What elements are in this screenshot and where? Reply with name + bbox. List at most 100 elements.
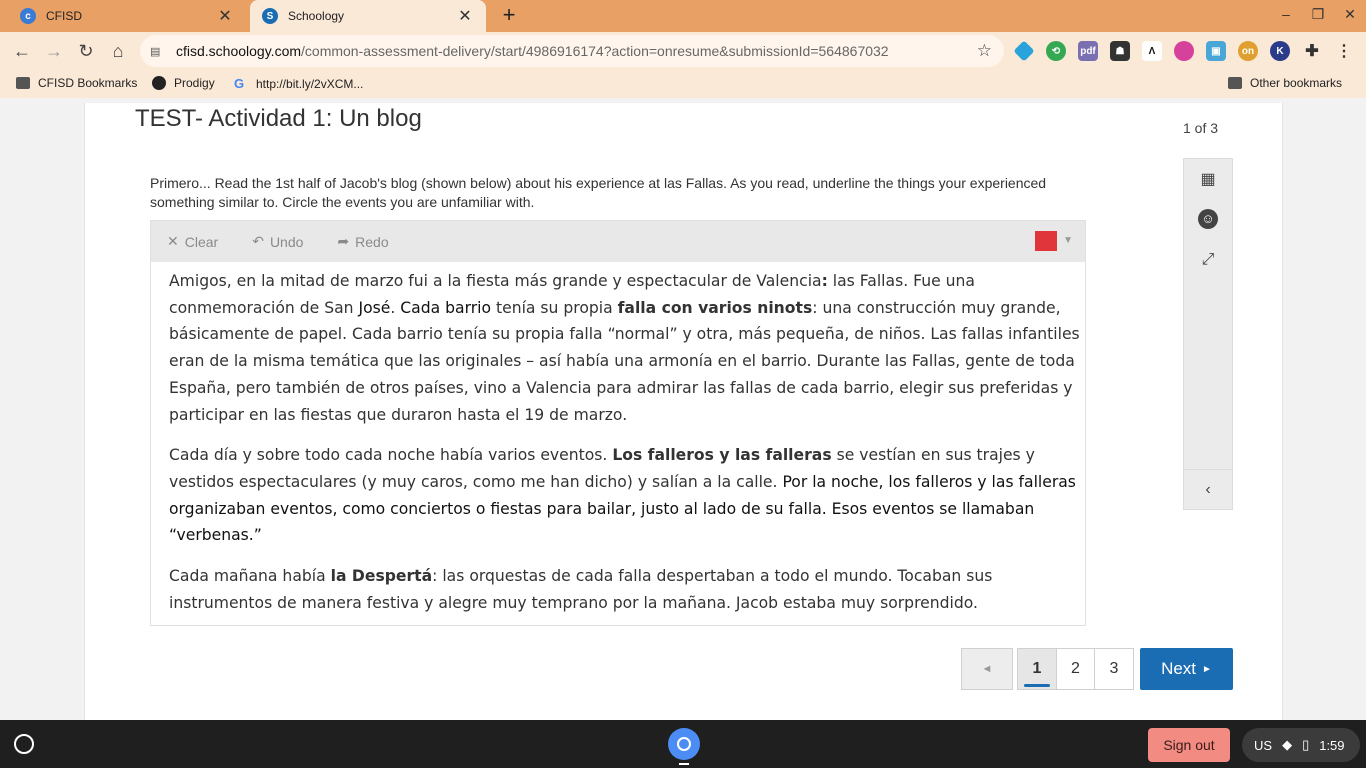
folder-icon bbox=[1228, 77, 1242, 89]
blog-text[interactable]: Amigos, en la mitad de marzo fui a la fi… bbox=[151, 262, 1085, 616]
bookmark-other[interactable]: Other bookmarks bbox=[1228, 76, 1342, 90]
assessment-card: TEST- Actividad 1: Un blog 1 of 3 Primer… bbox=[84, 103, 1283, 720]
tab-title: CFISD bbox=[46, 9, 82, 23]
pen-color-swatch[interactable] bbox=[1035, 231, 1057, 251]
annotation-editor[interactable]: ✕ Clear ↶ Undo ➦ Redo ▼ Amigos, en la mi… bbox=[150, 220, 1086, 626]
tab-cfisd[interactable]: c CFISD ✕ bbox=[8, 0, 246, 32]
cfisd-favicon-icon: c bbox=[20, 8, 36, 24]
wifi-icon: ◆ bbox=[1282, 737, 1293, 752]
extension-a-icon[interactable]: Λ bbox=[1142, 41, 1162, 61]
extension-pdf-icon[interactable]: pdf bbox=[1078, 41, 1098, 61]
question-counter: 1 of 3 bbox=[1183, 120, 1219, 136]
page-content: TEST- Actividad 1: Un blog 1 of 3 Primer… bbox=[0, 103, 1366, 720]
schoology-favicon-icon: S bbox=[262, 8, 278, 24]
page-button-1[interactable]: 1 bbox=[1017, 648, 1057, 690]
text-run: tenía su propia bbox=[491, 298, 618, 317]
undo-button[interactable]: ↶ Undo bbox=[252, 233, 303, 250]
undo-icon: ↶ bbox=[252, 233, 264, 249]
question-instructions: Primero... Read the 1st half of Jacob's … bbox=[150, 175, 1047, 210]
text-run: . bbox=[390, 298, 401, 317]
close-tab-icon[interactable]: ✕ bbox=[216, 6, 234, 26]
close-tab-icon[interactable]: ✕ bbox=[456, 6, 474, 26]
forward-icon[interactable]: → bbox=[42, 39, 66, 63]
home-icon[interactable]: ⌂ bbox=[106, 39, 130, 63]
chrome-app-icon[interactable] bbox=[668, 728, 700, 760]
extension-on-icon[interactable]: on bbox=[1238, 41, 1258, 61]
redo-label: Redo bbox=[355, 233, 389, 250]
prodigy-icon bbox=[152, 76, 166, 90]
close-icon: ✕ bbox=[167, 233, 179, 249]
page-button-2[interactable]: 2 bbox=[1056, 648, 1095, 690]
text-run: falla con varios ninots bbox=[617, 298, 813, 317]
accessibility-icon[interactable]: ☺ bbox=[1184, 209, 1232, 233]
folder-icon bbox=[16, 77, 30, 89]
text-run: José bbox=[358, 298, 391, 317]
text-run: Cada mañana había bbox=[169, 567, 331, 586]
extensions-puzzle-icon[interactable]: ✚ bbox=[1302, 41, 1322, 61]
clear-button[interactable]: ✕ Clear bbox=[167, 233, 218, 250]
tab-schoology[interactable]: S Schoology ✕ bbox=[250, 0, 486, 32]
bookmark-label: Prodigy bbox=[174, 76, 215, 90]
calendar-icon[interactable]: ▦ bbox=[1184, 169, 1232, 193]
text-run: Los falleros y las falleras bbox=[612, 446, 832, 465]
next-button[interactable]: Next ► bbox=[1140, 648, 1233, 690]
blog-paragraph-3: Cada mañana había la Despertá: las orque… bbox=[169, 563, 1081, 616]
chevron-down-icon[interactable]: ▼ bbox=[1063, 235, 1073, 246]
url-host: cfisd.schoology.com bbox=[176, 43, 302, 59]
page-number: 3 bbox=[1109, 660, 1119, 677]
extension-k-icon[interactable]: K bbox=[1270, 41, 1290, 61]
previous-page-button[interactable]: ◄ bbox=[961, 648, 1013, 690]
google-icon: G bbox=[234, 76, 245, 91]
sign-out-label: Sign out bbox=[1163, 737, 1215, 753]
bookmarks-bar: CFISD Bookmarks Prodigy G http://bit.ly/… bbox=[0, 70, 1366, 98]
bookmark-label: Other bookmarks bbox=[1250, 76, 1343, 90]
running-indicator bbox=[679, 763, 689, 765]
bookmark-cfisd-bookmarks[interactable]: CFISD Bookmarks bbox=[16, 76, 137, 90]
tools-panel: ▦ ☺ ⤢ ‹ bbox=[1183, 158, 1233, 510]
page-title: TEST- Actividad 1: Un blog bbox=[135, 105, 422, 132]
extension-wheel-icon[interactable] bbox=[1174, 41, 1194, 61]
page-number: 2 bbox=[1071, 660, 1080, 677]
browser-toolbar: ← → ↻ ⌂ ▤ cfisd.schoology.com/common-ass… bbox=[0, 32, 1366, 70]
new-tab-button[interactable]: + bbox=[496, 4, 522, 28]
extension-screenshot-icon[interactable]: ▣ bbox=[1206, 41, 1226, 61]
restore-icon[interactable]: ❐ bbox=[1308, 6, 1328, 23]
extension-owl-icon[interactable]: ☗ bbox=[1110, 41, 1130, 61]
text-run: Cada barrio bbox=[400, 298, 492, 317]
status-tray[interactable]: US ◆ ▯ 1:59 bbox=[1242, 728, 1360, 762]
system-shelf: Sign out US ◆ ▯ 1:59 bbox=[0, 720, 1366, 768]
site-info-icon[interactable]: ▤ bbox=[150, 45, 166, 58]
clock-label: 1:59 bbox=[1319, 737, 1345, 753]
fullscreen-icon[interactable]: ⤢ bbox=[1184, 251, 1232, 275]
launcher-icon[interactable] bbox=[14, 734, 34, 754]
undo-label: Undo bbox=[269, 233, 304, 250]
menu-kebab-icon[interactable]: ⋮ bbox=[1334, 41, 1354, 61]
annotation-toolbar: ✕ Clear ↶ Undo ➦ Redo ▼ bbox=[151, 221, 1085, 262]
bookmark-prodigy[interactable]: Prodigy bbox=[152, 76, 215, 90]
clear-label: Clear bbox=[184, 233, 219, 250]
extension-diamond-icon[interactable] bbox=[1013, 40, 1035, 62]
bookmark-label: CFISD Bookmarks bbox=[38, 76, 138, 90]
minimize-icon[interactable]: – bbox=[1276, 6, 1296, 22]
text-run: la Despertá bbox=[330, 567, 433, 586]
reload-icon[interactable]: ↻ bbox=[74, 39, 98, 63]
text-run: Amigos, en la mitad de marzo fui a la fi… bbox=[169, 272, 822, 290]
url-path: /common-assessment-delivery/start/498691… bbox=[301, 43, 889, 59]
redo-button[interactable]: ➦ Redo bbox=[337, 233, 388, 250]
back-icon[interactable]: ← bbox=[10, 39, 34, 63]
chevron-left-icon[interactable]: ‹ bbox=[1184, 469, 1232, 509]
blog-paragraph-2: Cada día y sobre todo cada noche había v… bbox=[169, 442, 1081, 549]
close-window-icon[interactable]: ✕ bbox=[1340, 6, 1360, 23]
address-bar[interactable]: ▤ cfisd.schoology.com/common-assessment-… bbox=[140, 35, 1004, 67]
extension-circle-icon[interactable]: ⟲ bbox=[1046, 41, 1066, 61]
tab-title: Schoology bbox=[288, 9, 345, 23]
next-label: Next bbox=[1161, 659, 1197, 678]
bookmark-label: http://bit.ly/2vXCM... bbox=[256, 76, 364, 91]
bookmark-bitly[interactable]: G http://bit.ly/2vXCM... bbox=[234, 76, 363, 91]
bookmark-star-icon[interactable]: ☆ bbox=[977, 41, 992, 61]
sign-out-button[interactable]: Sign out bbox=[1148, 728, 1230, 762]
blog-paragraph-1: Amigos, en la mitad de marzo fui a la fi… bbox=[169, 268, 1081, 428]
text-run: : una construcción muy grande, básicamen… bbox=[169, 298, 1080, 424]
redo-icon: ➦ bbox=[337, 233, 350, 249]
page-button-3[interactable]: 3 bbox=[1094, 648, 1134, 690]
